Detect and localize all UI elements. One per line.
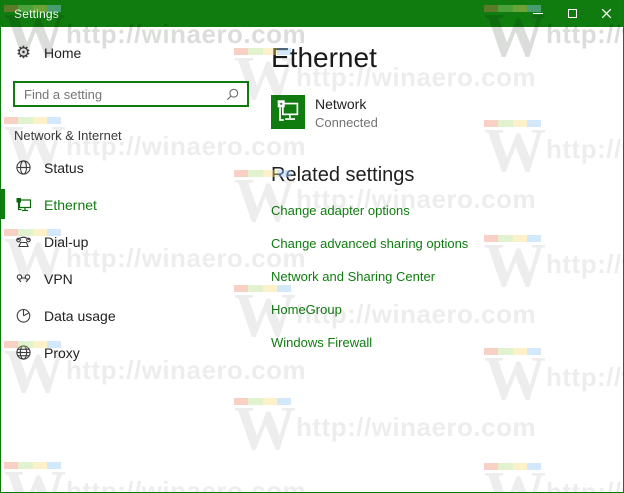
connection-row[interactable]: Network Connected xyxy=(271,95,623,130)
globe-icon xyxy=(15,344,32,361)
link-network-and-sharing-center[interactable]: Network and Sharing Center xyxy=(271,269,623,284)
selected-indicator xyxy=(1,189,5,219)
sidebar-item-home[interactable]: ⚙ Home xyxy=(1,36,261,70)
search-icon[interactable] xyxy=(226,88,239,101)
titlebar: Settings xyxy=(1,0,623,27)
search-input[interactable] xyxy=(15,86,226,102)
sidebar-item-label: Dial-up xyxy=(44,233,89,250)
related-settings-links: Change adapter options Change advanced s… xyxy=(271,203,623,350)
sidebar: ⚙ Home Network & Internet Status xyxy=(1,27,261,492)
sidebar-item-label: Status xyxy=(44,159,84,176)
maximize-icon xyxy=(567,9,577,18)
connection-status: Connected xyxy=(315,115,378,130)
connection-name: Network xyxy=(315,96,367,112)
minimize-icon xyxy=(533,13,543,14)
link-change-adapter-options[interactable]: Change adapter options xyxy=(271,203,623,218)
close-button[interactable] xyxy=(589,0,623,27)
sidebar-item-label: Data usage xyxy=(44,307,116,324)
sidebar-item-vpn[interactable]: VPN xyxy=(1,260,261,297)
phone-icon xyxy=(15,233,32,250)
sidebar-item-label: Home xyxy=(44,45,82,61)
sidebar-item-ethernet[interactable]: Ethernet xyxy=(1,186,261,223)
link-change-advanced-sharing-options[interactable]: Change advanced sharing options xyxy=(271,236,623,251)
sidebar-item-label: VPN xyxy=(44,270,73,287)
sidebar-item-status[interactable]: Status xyxy=(1,149,261,186)
settings-window: Settings ⚙ Home Network & Internet xyxy=(0,0,624,493)
network-monitor-icon xyxy=(271,95,305,129)
content-area: ⚙ Home Network & Internet Status xyxy=(1,27,623,492)
page-title: Ethernet xyxy=(271,42,377,73)
link-windows-firewall[interactable]: Windows Firewall xyxy=(271,335,623,350)
related-settings-title: Related settings xyxy=(271,164,415,186)
pie-chart-icon xyxy=(15,307,32,324)
ethernet-icon xyxy=(15,196,32,213)
search-box xyxy=(13,81,249,107)
main-pane: Ethernet Network Connected Related setti… xyxy=(261,27,623,492)
sidebar-item-data-usage[interactable]: Data usage xyxy=(1,297,261,334)
link-homegroup[interactable]: HomeGroup xyxy=(271,302,623,317)
gear-icon: ⚙ xyxy=(15,43,32,62)
vpn-icon xyxy=(15,270,32,287)
maximize-button[interactable] xyxy=(555,0,589,27)
sidebar-item-dialup[interactable]: Dial-up xyxy=(1,223,261,260)
sidebar-item-label: Ethernet xyxy=(44,196,97,213)
close-icon xyxy=(601,8,611,19)
sidebar-item-proxy[interactable]: Proxy xyxy=(1,334,261,371)
minimize-button[interactable] xyxy=(521,0,555,27)
sidebar-item-label: Proxy xyxy=(44,344,80,361)
sidebar-section-label: Network & Internet xyxy=(14,128,122,143)
connection-info: Network Connected xyxy=(315,95,378,130)
window-title: Settings xyxy=(14,6,59,21)
globe-icon xyxy=(15,159,32,176)
